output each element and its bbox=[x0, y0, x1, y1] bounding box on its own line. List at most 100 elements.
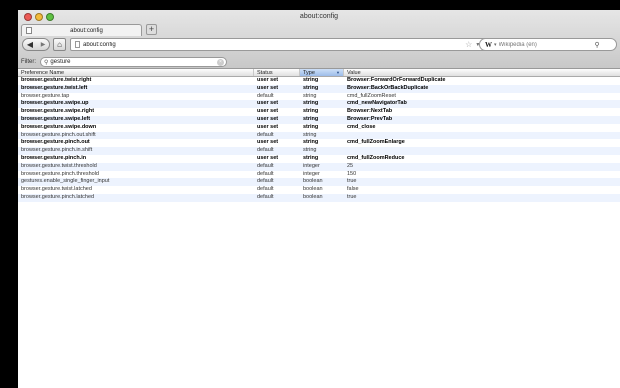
table-row[interactable]: browser.gesture.twist.threshold default in… bbox=[18, 162, 620, 171]
value-cell: Browser:ForwardOrForwardDuplicate bbox=[347, 77, 446, 83]
column-header-type[interactable]: Type ▼ bbox=[300, 69, 344, 76]
value-cell: cmd_fullZoomEnlarge bbox=[347, 139, 405, 146]
table-row[interactable]: gestures.enable_single_finger_input defau… bbox=[18, 178, 620, 187]
type-cell: integer bbox=[303, 162, 320, 169]
table-row[interactable]: browser.gesture.tap default string cmd_full… bbox=[18, 93, 620, 101]
pref-name-cell: browser.gesture.pinch.in.shift bbox=[21, 147, 93, 154]
column-header-name[interactable]: Preference Name bbox=[18, 69, 254, 76]
table-row[interactable]: browser.gesture.pinch.threshold default in… bbox=[18, 171, 620, 179]
table-body: browser.gesture.twist.right user set strin… bbox=[18, 77, 620, 202]
pref-name-cell: browser.gesture.swipe.right bbox=[21, 108, 95, 115]
type-cell: string bbox=[303, 77, 319, 83]
table-row[interactable]: browser.gesture.swipe.right user set strin… bbox=[18, 108, 620, 116]
value-cell: true bbox=[347, 178, 357, 185]
status-cell: default bbox=[257, 131, 274, 138]
table-row[interactable]: browser.gesture.twist.left user set string… bbox=[18, 84, 620, 93]
status-cell: user set bbox=[257, 108, 279, 115]
status-cell: user set bbox=[257, 123, 279, 130]
pref-name-cell: browser.gesture.swipe.left bbox=[21, 115, 91, 122]
filter-input[interactable] bbox=[50, 59, 211, 65]
filter-box: ⚲ × bbox=[40, 57, 227, 67]
type-cell: string bbox=[303, 139, 319, 146]
table-row[interactable]: browser.gesture.swipe.down user set string… bbox=[18, 124, 620, 132]
tab-about-config[interactable]: about:config bbox=[21, 24, 142, 36]
window-chrome: about:config about:config + ◀ ▶ ⌂ ☆ ▼ ↻ … bbox=[18, 10, 620, 69]
filter-label: Filter: bbox=[21, 59, 36, 65]
url-input[interactable] bbox=[83, 41, 423, 48]
table-row[interactable]: browser.gesture.swipe.left user set string… bbox=[18, 115, 620, 124]
table-row[interactable]: browser.gesture.pinch.latched default bool… bbox=[18, 193, 620, 202]
value-cell: true bbox=[347, 193, 357, 200]
preferences-table: Preference Name Status Type ▼ Value brow… bbox=[18, 69, 620, 202]
site-identity-icon[interactable] bbox=[75, 41, 80, 48]
pref-name-cell: browser.gesture.twist.right bbox=[21, 77, 92, 83]
value-cell: Browser:BackOrBackDuplicate bbox=[347, 84, 429, 91]
pref-name-cell: browser.gesture.swipe.down bbox=[21, 123, 97, 130]
pref-name-cell: browser.gesture.tap bbox=[21, 92, 70, 99]
forward-arrow-icon[interactable]: ▶ bbox=[37, 41, 49, 48]
value-cell: 150 bbox=[347, 170, 357, 177]
home-icon[interactable]: ⌂ bbox=[53, 38, 66, 51]
value-cell: 25 bbox=[347, 162, 354, 169]
table-row[interactable]: browser.gesture.pinch.out.shift default st… bbox=[18, 131, 620, 140]
type-cell: integer bbox=[303, 170, 320, 177]
pref-name-cell: browser.gesture.pinch.latched bbox=[21, 193, 95, 200]
status-cell: default bbox=[257, 147, 274, 154]
table-row[interactable]: browser.gesture.twist.latched default bool… bbox=[18, 186, 620, 194]
table-row[interactable]: browser.gesture.twist.right user set strin… bbox=[18, 77, 620, 85]
pref-name-cell: browser.gesture.twist.latched bbox=[21, 186, 92, 193]
type-cell: string bbox=[303, 131, 317, 138]
type-cell: boolean bbox=[303, 178, 323, 185]
type-cell: string bbox=[303, 84, 319, 91]
type-cell: string bbox=[303, 154, 319, 161]
status-cell: user set bbox=[257, 154, 279, 161]
clear-icon[interactable]: × bbox=[217, 58, 224, 66]
pref-name-cell: browser.gesture.twist.threshold bbox=[21, 162, 97, 169]
back-forward-group: ◀ ▶ bbox=[22, 38, 50, 51]
column-header-value[interactable]: Value bbox=[344, 69, 620, 76]
type-cell: string bbox=[303, 147, 317, 154]
type-cell: boolean bbox=[303, 193, 323, 200]
filter-search-icon: ⚲ bbox=[44, 59, 49, 66]
star-icon[interactable]: ☆ bbox=[465, 40, 472, 49]
table-header: Preference Name Status Type ▼ Value bbox=[18, 69, 620, 77]
type-cell: string bbox=[303, 123, 319, 130]
navigation-bar: ◀ ▶ ⌂ ☆ ▼ ↻ W ▾ ⚲ bbox=[18, 37, 620, 53]
type-cell: string bbox=[303, 115, 319, 122]
table-row[interactable]: browser.gesture.pinch.in user set string cm… bbox=[18, 155, 620, 163]
back-arrow-icon[interactable]: ◀ bbox=[23, 40, 37, 49]
column-header-status[interactable]: Status bbox=[254, 69, 300, 76]
table-row[interactable]: browser.gesture.swipe.up user set string cm… bbox=[18, 100, 620, 109]
pref-name-cell: browser.gesture.pinch.out bbox=[21, 139, 90, 146]
status-cell: default bbox=[257, 92, 274, 99]
pref-name-cell: browser.gesture.twist.left bbox=[21, 84, 88, 91]
status-cell: user set bbox=[257, 77, 279, 83]
search-input[interactable] bbox=[498, 41, 595, 48]
table-row[interactable]: browser.gesture.pinch.out user set string c… bbox=[18, 139, 620, 147]
status-cell: default bbox=[257, 186, 274, 193]
pref-name-cell: gestures.enable_single_finger_input bbox=[21, 178, 110, 185]
table-row[interactable]: browser.gesture.pinch.in.shift default str… bbox=[18, 147, 620, 155]
engine-dropdown-icon[interactable]: ▾ bbox=[494, 42, 497, 48]
pref-name-cell: browser.gesture.pinch.in bbox=[21, 154, 87, 161]
pref-name-cell: browser.gesture.pinch.out.shift bbox=[21, 131, 96, 138]
value-cell: cmd_fullZoomReduce bbox=[347, 154, 405, 161]
search-bar: W ▾ ⚲ bbox=[479, 38, 617, 51]
value-cell: Browser:PrevTab bbox=[347, 115, 393, 122]
new-tab-button[interactable]: + bbox=[146, 24, 157, 35]
sort-icon: ▼ bbox=[336, 70, 340, 75]
url-bar: ☆ ▼ ↻ bbox=[70, 38, 495, 51]
status-cell: user set bbox=[257, 84, 279, 91]
wikipedia-icon[interactable]: W bbox=[485, 41, 492, 49]
type-cell: string bbox=[303, 108, 319, 115]
status-cell: default bbox=[257, 178, 274, 185]
search-icon[interactable]: ⚲ bbox=[595, 41, 600, 49]
status-cell: default bbox=[257, 170, 274, 177]
status-cell: user set bbox=[257, 100, 279, 107]
type-cell: string bbox=[303, 92, 317, 99]
column-header-type-label: Type bbox=[303, 70, 315, 76]
value-cell: cmd_fullZoomReset bbox=[347, 92, 396, 99]
filter-bar: Filter: ⚲ × bbox=[18, 56, 620, 68]
status-cell: user set bbox=[257, 139, 279, 146]
pref-name-cell: browser.gesture.swipe.up bbox=[21, 100, 89, 107]
